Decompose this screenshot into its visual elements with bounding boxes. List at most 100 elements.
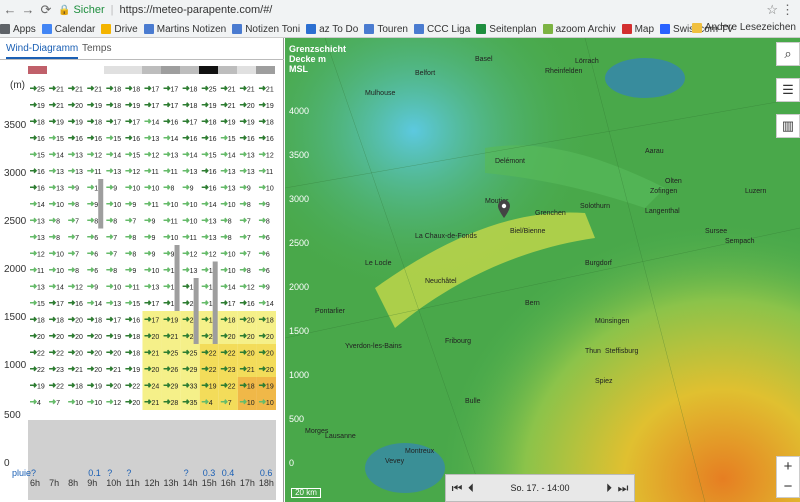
wind-speed: 8 <box>75 268 79 275</box>
chart-icon[interactable]: ▥ <box>776 114 800 138</box>
url-text[interactable]: https://meteo-parapente.com/#/ <box>120 4 273 16</box>
cloud-cell <box>180 66 199 74</box>
wind-speed: 7 <box>75 235 79 242</box>
wind-speed: 19 <box>266 383 274 390</box>
next-time-icon[interactable]: ⏵ <box>602 481 616 496</box>
wind-speed: 11 <box>171 169 178 176</box>
rain-value: 0.1 <box>88 468 101 478</box>
wind-speed: 23 <box>228 367 236 374</box>
wind-speed: 9 <box>171 251 175 258</box>
bookmark-item[interactable]: Notizen Toni <box>232 24 300 35</box>
wind-speed: 16 <box>247 136 255 143</box>
bookmark-item[interactable]: Martins Notizen <box>143 24 226 35</box>
bookmark-item[interactable]: Apps <box>0 24 36 35</box>
wind-speed: 18 <box>266 119 274 126</box>
tab-wind-diagram[interactable]: Wind-Diagramm <box>6 43 79 59</box>
cloud-cell <box>66 66 85 74</box>
wind-speed: 19 <box>171 317 179 324</box>
bookmark-item[interactable]: Touren <box>364 24 408 35</box>
legend-value: 1000 <box>289 370 310 380</box>
wind-speed: 10 <box>247 400 255 407</box>
wind-speed: 13 <box>209 218 217 225</box>
wind-speed: 9 <box>94 202 98 209</box>
wind-speed: 7 <box>228 400 232 407</box>
forward-icon[interactable]: → <box>20 2 36 18</box>
bookmark-item[interactable]: Drive <box>101 24 138 35</box>
wind-speed: 9 <box>151 235 155 242</box>
wind-speed: 16 <box>132 136 140 143</box>
wind-speed: 21 <box>151 400 159 407</box>
wind-speed: 14 <box>209 202 217 209</box>
wind-speed: 15 <box>228 136 236 143</box>
bookmark-label: Map <box>634 23 655 35</box>
search-icon[interactable]: ⌕ <box>776 42 800 66</box>
menu-icon[interactable]: ⋮ <box>781 2 794 18</box>
wind-speed: 21 <box>94 86 102 93</box>
bookmark-item[interactable]: CCC Liga <box>413 24 470 35</box>
wind-speed: 21 <box>228 103 236 110</box>
bookmark-item[interactable]: az To Do <box>306 24 358 35</box>
wind-speed: 8 <box>132 235 136 242</box>
bookmark-icon <box>364 24 375 34</box>
wind-speed: 12 <box>209 251 217 258</box>
wind-speed: 11 <box>94 169 101 176</box>
wind-speed: 13 <box>190 169 198 176</box>
zoom-in-button[interactable]: + <box>777 457 799 477</box>
town-label: Thun <box>585 348 601 355</box>
reload-icon[interactable]: ⟳ <box>38 2 54 18</box>
wind-speed: 7 <box>247 251 251 258</box>
wind-grid: 25 21 21 21 18 18 17 17 18 25 21 21 21 19 21 20 19 18 19 17… <box>28 80 276 420</box>
wind-speed: 20 <box>247 334 255 341</box>
cloud-cell <box>256 66 275 74</box>
wind-speed: 14 <box>113 152 121 159</box>
cloud-cell <box>142 66 161 74</box>
wind-speed: 22 <box>37 350 45 357</box>
wind-speed: 17 <box>151 301 159 308</box>
hour-label: 11h <box>125 478 140 488</box>
bookmark-label: Calendar <box>54 23 96 35</box>
wind-speed: 10 <box>228 268 236 275</box>
back-icon[interactable]: ← <box>2 2 18 18</box>
wind-speed: 19 <box>75 119 83 126</box>
wind-speed: 6 <box>266 268 270 275</box>
last-time-icon[interactable]: ⏭ <box>616 481 630 496</box>
wind-speed: 20 <box>75 350 83 357</box>
prev-time-icon[interactable]: ⏴ <box>464 481 478 496</box>
map-view[interactable]: Grenzschicht Decke m MSL 4000 3500 3000 250… <box>285 38 800 502</box>
wind-speed: 8 <box>247 268 251 275</box>
location-pin-icon[interactable] <box>498 200 510 218</box>
tab-temps[interactable]: Temps <box>82 43 111 54</box>
address-bar[interactable]: 🔒 Sicher | https://meteo-parapente.com/#… <box>58 2 758 18</box>
wind-speed: 13 <box>209 235 217 242</box>
bookmark-item[interactable]: Calendar <box>41 23 96 35</box>
zoom-out-button[interactable]: − <box>777 477 799 497</box>
town-label: Spiez <box>595 378 613 385</box>
first-time-icon[interactable]: ⏮ <box>450 481 464 496</box>
altitude-label: 500 <box>4 410 21 421</box>
wind-speed: 16 <box>75 136 83 143</box>
wind-speed: 23 <box>56 367 64 374</box>
wind-speed: 20 <box>151 367 159 374</box>
bookmark-item[interactable]: Seitenplan <box>476 24 537 35</box>
wind-speed: 14 <box>171 136 179 143</box>
settings-sliders-icon[interactable]: ☰ <box>776 78 800 102</box>
wind-speed: 8 <box>132 251 136 258</box>
bookmark-item[interactable]: Map <box>621 23 655 35</box>
wind-speed: 17 <box>151 317 159 324</box>
rain-label: pluie <box>12 468 32 478</box>
wind-speed: 16 <box>266 136 274 143</box>
wind-speed: 21 <box>228 86 236 93</box>
wind-speed: 25 <box>209 86 217 93</box>
bookmark-star-icon[interactable]: ☆ <box>766 2 778 18</box>
town-label: Le Locle <box>365 260 392 267</box>
other-bookmarks[interactable]: Andere Lesezeichen <box>691 22 796 33</box>
cloud-cell <box>123 66 142 74</box>
wind-speed: 14 <box>37 202 45 209</box>
wind-speed: 35 <box>190 400 198 407</box>
wind-speed: 11 <box>132 284 139 291</box>
wind-speed: 10 <box>228 202 236 209</box>
wind-speed: 10 <box>56 268 64 275</box>
town-label: Mulhouse <box>365 90 396 97</box>
wind-speed: 9 <box>266 202 270 209</box>
bookmark-item[interactable]: azoom Archiv <box>542 24 616 35</box>
